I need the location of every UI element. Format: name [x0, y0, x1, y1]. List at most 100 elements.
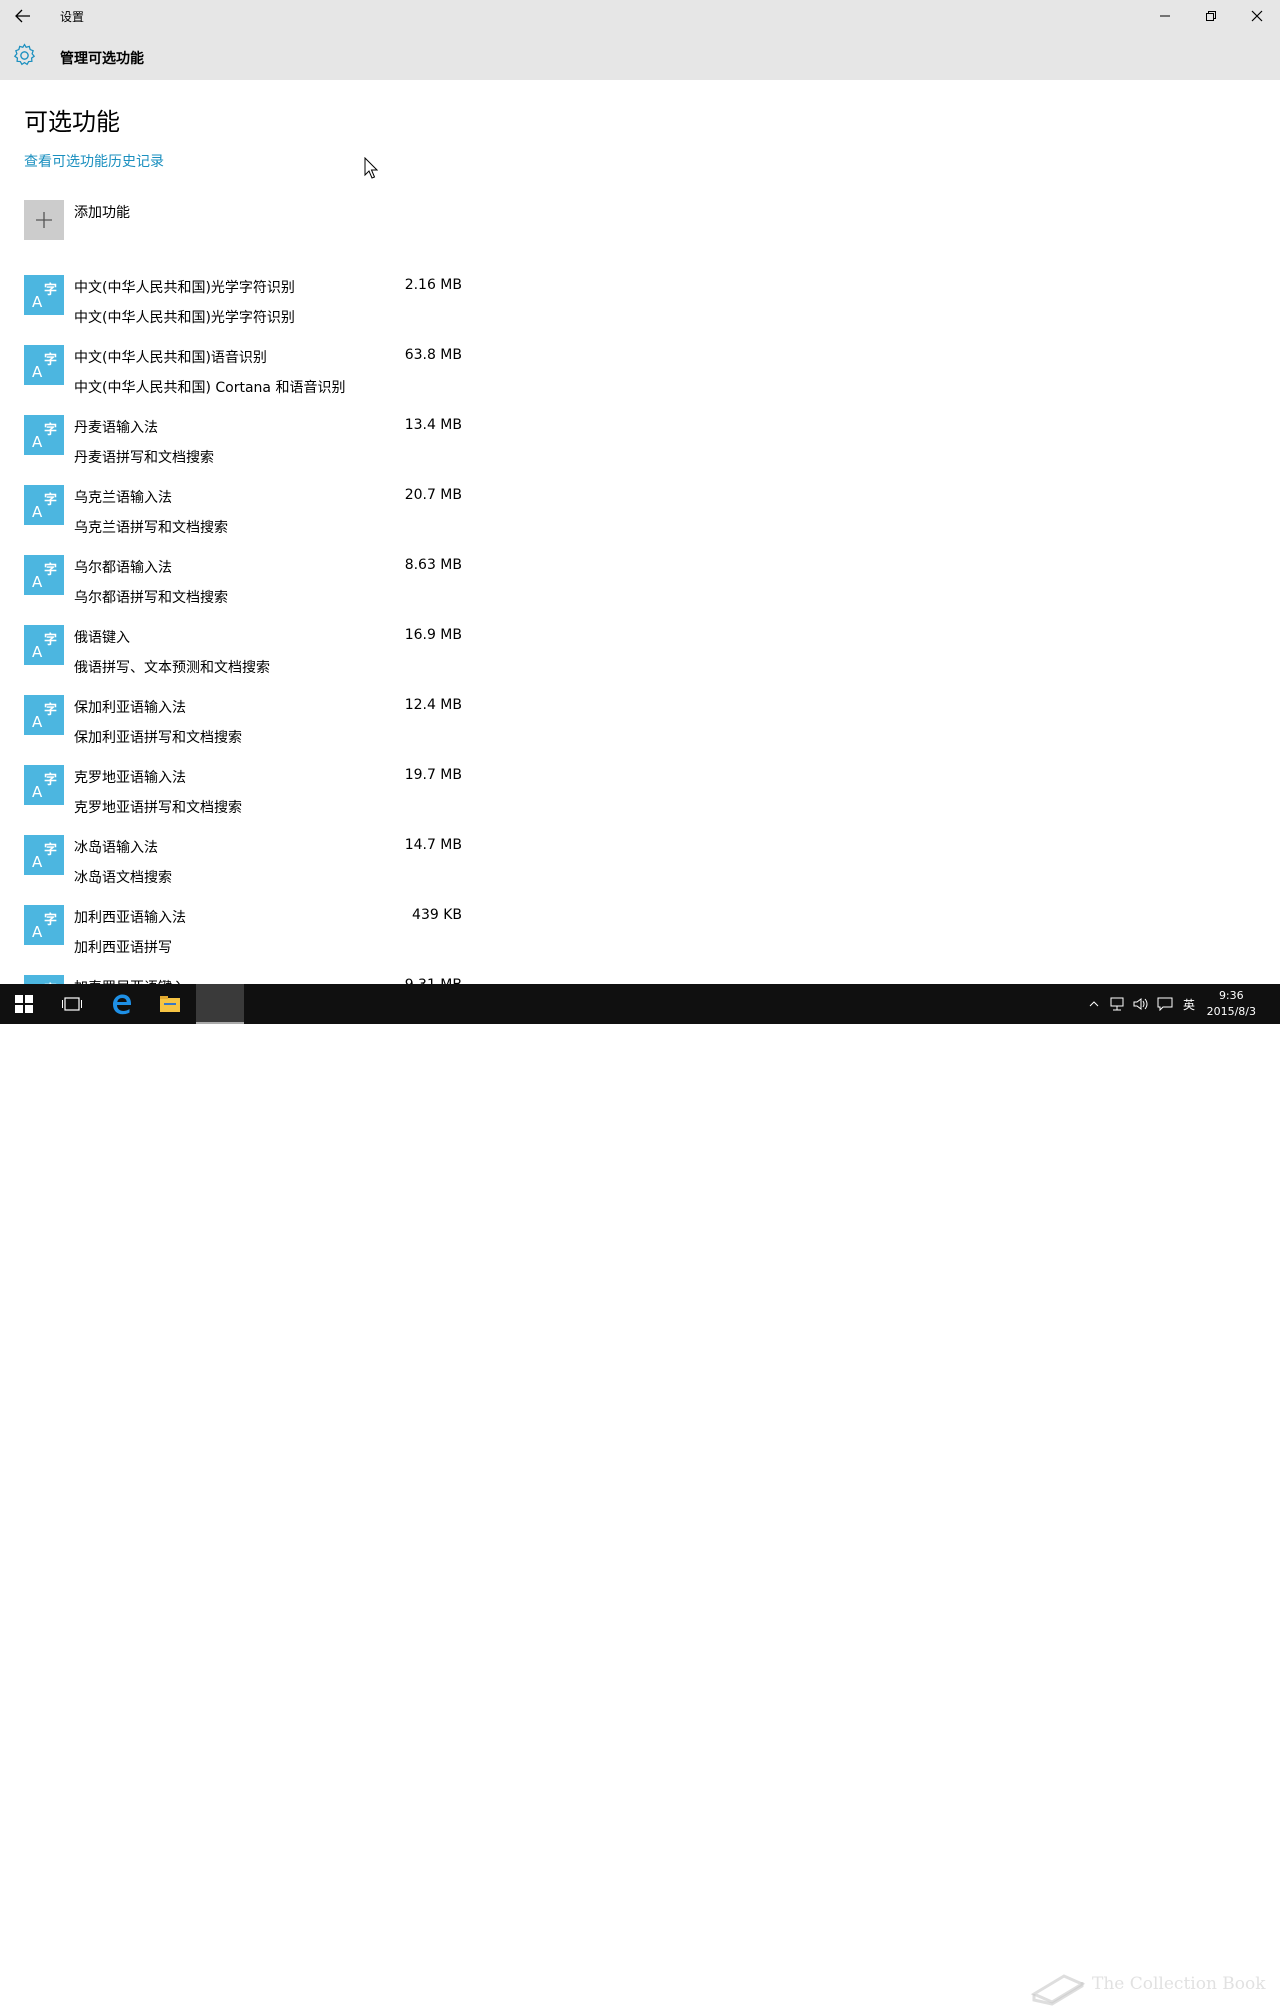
restore-icon — [1206, 11, 1216, 21]
feature-size: 20.7 MB — [404, 487, 462, 503]
add-feature-label: 添加功能 — [74, 205, 130, 221]
feature-description: 克罗地亚语拼写和文档搜索 — [74, 800, 242, 816]
watermark-text: The Collection Book — [1092, 1974, 1266, 1994]
plus-icon — [24, 200, 64, 240]
title-bar: 设置 — [0, 0, 1280, 32]
language-feature-icon: 字A — [24, 555, 64, 595]
feature-item[interactable]: 字A 加泰罗尼亚语键入 9.31 MB — [24, 975, 484, 984]
feature-item[interactable]: 字 A 中文(中华人民共和国)语音识别中文(中华人民共和国) Cortana 和语音… — [24, 345, 484, 415]
main-content: 可选功能 查看可选功能历史记录 添加功能 字 A 中文(中华人民共和国)光学字符识别… — [0, 80, 1280, 984]
feature-size: 14.7 MB — [404, 837, 462, 853]
feature-name: 中文(中华人民共和国)光学字符识别 — [74, 280, 295, 296]
feature-name: 中文(中华人民共和国)语音识别 — [74, 350, 267, 366]
language-feature-icon: 字A — [24, 975, 64, 984]
feature-size: 13.4 MB — [404, 417, 462, 433]
feature-item[interactable]: 字 A 乌克兰语输入法乌克兰语拼写和文档搜索 20.7 MB — [24, 485, 484, 555]
feature-size: 9.31 MB — [405, 977, 462, 984]
header-title: 管理可选功能 — [60, 51, 144, 67]
windows-logo-icon — [15, 995, 33, 1013]
feature-item[interactable]: 字 A 加利西亚语输入法 加利西亚语拼写 439 KB — [24, 905, 484, 975]
arrow-left-icon — [15, 9, 30, 23]
network-button[interactable] — [1106, 984, 1128, 1024]
edge-icon — [113, 994, 131, 1015]
close-icon — [1251, 10, 1263, 22]
mouse-cursor-icon — [364, 157, 378, 179]
feature-description: 丹麦语拼写和文档搜索 — [74, 450, 214, 466]
feature-name: 俄语键入 — [74, 630, 130, 646]
clock[interactable]: 9:36 2015/8/3 — [1207, 988, 1256, 1020]
language-feature-icon: 字A — [24, 625, 64, 665]
language-feature-icon: 字A — [24, 765, 64, 805]
feature-name: 乌克兰语输入法 — [74, 490, 172, 506]
edge-browser-button[interactable] — [98, 984, 146, 1024]
language-feature-icon: 字A — [24, 835, 64, 875]
feature-item[interactable]: 字 A 克罗地亚语输入法克罗地亚语拼写和文档搜索 19.7 MB — [24, 765, 484, 835]
feature-name: 丹麦语输入法 — [74, 420, 158, 436]
language-feature-icon: 字A — [24, 345, 64, 385]
feature-description: 乌克兰语拼写和文档搜索 — [74, 520, 228, 536]
task-view-button[interactable] — [48, 984, 96, 1024]
feature-description: 保加利亚语拼写和文档搜索 — [74, 730, 242, 746]
feature-size: 19.7 MB — [404, 767, 462, 783]
feature-name: 冰岛语输入法 — [74, 840, 158, 856]
window-title: 设置 — [60, 10, 85, 24]
feature-item[interactable]: 字 A 丹麦语输入法丹麦语拼写和文档搜索 13.4 MB — [24, 415, 484, 485]
language-feature-icon: 字A — [24, 485, 64, 525]
feature-size: 8.63 MB — [404, 557, 462, 573]
show-hidden-icons-button[interactable] — [1084, 984, 1104, 1024]
feature-history-link[interactable]: 查看可选功能历史记录 — [24, 151, 164, 171]
settings-taskbar-button[interactable] — [196, 984, 244, 1024]
gear-icon — [13, 43, 36, 66]
book-logo-icon — [1030, 1974, 1086, 2006]
language-feature-icon: 字A — [24, 905, 64, 945]
feature-name: 保加利亚语输入法 — [74, 700, 186, 716]
feature-name: 克罗地亚语输入法 — [74, 770, 186, 786]
feature-size: 63.8 MB — [404, 347, 462, 363]
clock-time: 9:36 — [1218, 989, 1244, 1002]
volume-button[interactable] — [1130, 984, 1152, 1024]
feature-size: 439 KB — [412, 907, 462, 923]
feature-description: 中文(中华人民共和国)光学字符识别 — [74, 310, 295, 326]
back-button[interactable] — [10, 4, 36, 28]
feature-description: 中文(中华人民共和国) Cortana 和语音识别 — [74, 380, 346, 396]
taskbar: The Collection Book 英 9:36 2015/8/3 — [0, 984, 1280, 2006]
feature-size: 16.9 MB — [404, 627, 462, 643]
speaker-icon — [1133, 998, 1148, 1010]
input-method-indicator[interactable]: 英 — [1178, 984, 1200, 1024]
task-view-icon — [62, 997, 82, 1011]
chevron-up-icon — [1089, 1001, 1099, 1007]
watermark: The Collection Book — [1030, 1970, 1266, 2006]
feature-name: 加泰罗尼亚语键入 — [74, 977, 186, 984]
feature-item[interactable]: 字 A 乌尔都语输入法乌尔都语拼写和文档搜索 8.63 MB — [24, 555, 484, 625]
feature-item[interactable]: 字 A 保加利亚语输入法保加利亚语拼写和文档搜索 12.4 MB — [24, 695, 484, 765]
clock-date: 2015/8/3 — [1206, 1005, 1256, 1018]
page-header: 管理可选功能 — [0, 32, 1280, 80]
feature-size: 12.4 MB — [404, 697, 462, 713]
feature-name: 乌尔都语输入法 — [74, 560, 172, 576]
feature-item[interactable]: 字 A 冰岛语输入法 冰岛语文档搜索 14.7 MB — [24, 835, 484, 905]
feature-item[interactable]: 字 A 中文(中华人民共和国)光学字符识别 中文(中华人民共和国)光学字符识别 2.16… — [24, 275, 484, 345]
feature-description: 冰岛语文档搜索 — [74, 870, 172, 886]
close-button[interactable] — [1234, 0, 1280, 32]
folder-icon — [160, 996, 180, 1012]
action-center-button[interactable] — [1154, 984, 1176, 1024]
feature-name: 加利西亚语输入法 — [74, 910, 186, 926]
network-icon — [1110, 997, 1124, 1011]
message-icon — [1157, 997, 1173, 1011]
file-explorer-button[interactable] — [146, 984, 194, 1024]
feature-description: 乌尔都语拼写和文档搜索 — [74, 590, 228, 606]
add-feature-button[interactable]: 添加功能 — [24, 200, 224, 240]
language-feature-icon: 字A — [24, 415, 64, 455]
feature-description: 俄语拼写、文本预测和文档搜索 — [74, 660, 270, 676]
page-title: 可选功能 — [24, 108, 120, 136]
feature-size: 2.16 MB — [404, 277, 462, 293]
language-feature-icon: 字A — [24, 275, 64, 315]
language-feature-icon: 字A — [24, 695, 64, 735]
feature-item[interactable]: 字 A 俄语键入俄语拼写、文本预测和文档搜索 16.9 MB — [24, 625, 484, 695]
feature-description: 加利西亚语拼写 — [74, 940, 172, 956]
start-button[interactable] — [0, 984, 48, 1024]
minimize-icon — [1160, 15, 1170, 17]
restore-button[interactable] — [1188, 0, 1234, 32]
feature-list: 字 A 中文(中华人民共和国)光学字符识别 中文(中华人民共和国)光学字符识别 2.16… — [24, 275, 484, 984]
minimize-button[interactable] — [1142, 0, 1188, 32]
